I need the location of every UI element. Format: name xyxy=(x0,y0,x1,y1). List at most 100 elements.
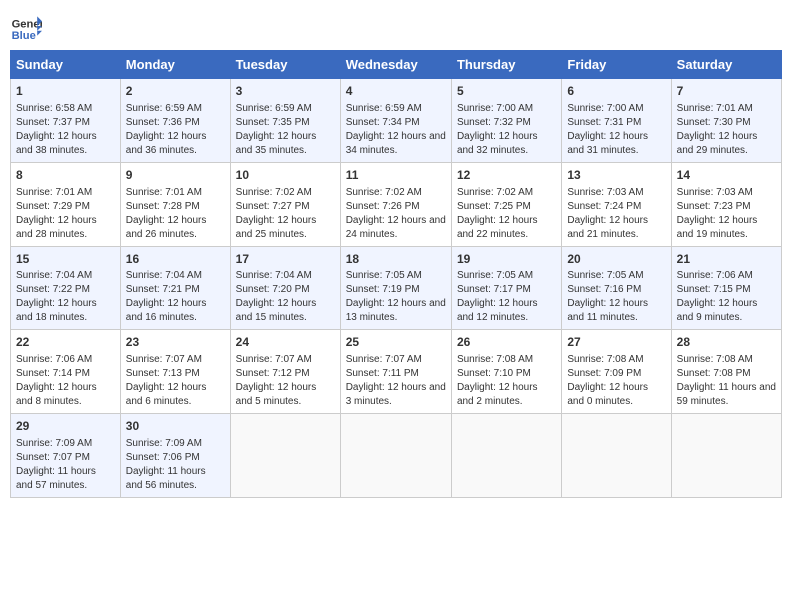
calendar-cell xyxy=(451,414,561,498)
calendar-cell: 8 Sunrise: 7:01 AMSunset: 7:29 PMDaylight… xyxy=(11,162,121,246)
day-info: Sunrise: 6:59 AMSunset: 7:36 PMDaylight:… xyxy=(126,102,225,158)
day-number: 17 xyxy=(236,251,335,268)
svg-text:Blue: Blue xyxy=(12,30,36,42)
day-info: Sunrise: 7:02 AMSunset: 7:25 PMDaylight:… xyxy=(457,186,556,242)
day-number: 6 xyxy=(567,83,665,100)
calendar-cell: 12 Sunrise: 7:02 AMSunset: 7:25 PMDayligh… xyxy=(451,162,561,246)
calendar-week-row: 29 Sunrise: 7:09 AMSunset: 7:07 PMDayligh… xyxy=(11,414,782,498)
day-number: 28 xyxy=(677,334,776,351)
day-number: 12 xyxy=(457,167,556,184)
calendar-cell xyxy=(671,414,781,498)
day-number: 9 xyxy=(126,167,225,184)
day-info: Sunrise: 7:03 AMSunset: 7:24 PMDaylight:… xyxy=(567,186,665,242)
day-number: 1 xyxy=(16,83,115,100)
day-number: 19 xyxy=(457,251,556,268)
day-info: Sunrise: 7:08 AMSunset: 7:08 PMDaylight:… xyxy=(677,353,776,409)
day-info: Sunrise: 7:08 AMSunset: 7:10 PMDaylight:… xyxy=(457,353,556,409)
day-info: Sunrise: 7:04 AMSunset: 7:22 PMDaylight:… xyxy=(16,269,115,325)
day-number: 8 xyxy=(16,167,115,184)
day-number: 16 xyxy=(126,251,225,268)
day-number: 5 xyxy=(457,83,556,100)
day-info: Sunrise: 6:58 AMSunset: 7:37 PMDaylight:… xyxy=(16,102,115,158)
weekday-header: Monday xyxy=(120,51,230,79)
day-number: 10 xyxy=(236,167,335,184)
day-info: Sunrise: 7:07 AMSunset: 7:11 PMDaylight:… xyxy=(346,353,446,409)
day-number: 15 xyxy=(16,251,115,268)
day-info: Sunrise: 7:09 AMSunset: 7:07 PMDaylight:… xyxy=(16,437,115,493)
calendar-cell: 22 Sunrise: 7:06 AMSunset: 7:14 PMDayligh… xyxy=(11,330,121,414)
weekday-header: Saturday xyxy=(671,51,781,79)
day-info: Sunrise: 6:59 AMSunset: 7:34 PMDaylight:… xyxy=(346,102,446,158)
day-info: Sunrise: 7:04 AMSunset: 7:20 PMDaylight:… xyxy=(236,269,335,325)
day-info: Sunrise: 7:00 AMSunset: 7:32 PMDaylight:… xyxy=(457,102,556,158)
day-info: Sunrise: 7:07 AMSunset: 7:12 PMDaylight:… xyxy=(236,353,335,409)
day-info: Sunrise: 7:03 AMSunset: 7:23 PMDaylight:… xyxy=(677,186,776,242)
day-info: Sunrise: 7:01 AMSunset: 7:29 PMDaylight:… xyxy=(16,186,115,242)
calendar-week-row: 1 Sunrise: 6:58 AMSunset: 7:37 PMDaylight… xyxy=(11,79,782,163)
calendar-cell: 13 Sunrise: 7:03 AMSunset: 7:24 PMDayligh… xyxy=(562,162,671,246)
weekday-header: Tuesday xyxy=(230,51,340,79)
day-info: Sunrise: 7:00 AMSunset: 7:31 PMDaylight:… xyxy=(567,102,665,158)
calendar-cell: 30Sunrise: 7:09 AMSunset: 7:06 PMDayligh… xyxy=(120,414,230,498)
day-number: 24 xyxy=(236,334,335,351)
day-info: Sunrise: 7:01 AMSunset: 7:28 PMDaylight:… xyxy=(126,186,225,242)
calendar-cell xyxy=(562,414,671,498)
calendar-cell: 29 Sunrise: 7:09 AMSunset: 7:07 PMDayligh… xyxy=(11,414,121,498)
day-info: Sunrise: 7:05 AMSunset: 7:16 PMDaylight:… xyxy=(567,269,665,325)
day-number: 3 xyxy=(236,83,335,100)
weekday-header: Wednesday xyxy=(340,51,451,79)
calendar-week-row: 8 Sunrise: 7:01 AMSunset: 7:29 PMDaylight… xyxy=(11,162,782,246)
day-info: Sunrise: 7:05 AMSunset: 7:17 PMDaylight:… xyxy=(457,269,556,325)
day-info: Sunrise: 7:02 AMSunset: 7:26 PMDaylight:… xyxy=(346,186,446,242)
day-number: 18 xyxy=(346,251,446,268)
weekday-header: Thursday xyxy=(451,51,561,79)
day-info: Sunrise: 7:04 AMSunset: 7:21 PMDaylight:… xyxy=(126,269,225,325)
calendar-cell xyxy=(230,414,340,498)
calendar-cell: 2 Sunrise: 6:59 AMSunset: 7:36 PMDaylight… xyxy=(120,79,230,163)
calendar-cell: 21Sunrise: 7:06 AMSunset: 7:15 PMDayligh… xyxy=(671,246,781,330)
day-number: 25 xyxy=(346,334,446,351)
calendar-cell: 9 Sunrise: 7:01 AMSunset: 7:28 PMDaylight… xyxy=(120,162,230,246)
calendar-cell: 10 Sunrise: 7:02 AMSunset: 7:27 PMDayligh… xyxy=(230,162,340,246)
day-number: 14 xyxy=(677,167,776,184)
calendar-cell: 26 Sunrise: 7:08 AMSunset: 7:10 PMDayligh… xyxy=(451,330,561,414)
day-number: 13 xyxy=(567,167,665,184)
day-number: 26 xyxy=(457,334,556,351)
calendar-cell: 25 Sunrise: 7:07 AMSunset: 7:11 PMDayligh… xyxy=(340,330,451,414)
day-number: 4 xyxy=(346,83,446,100)
calendar-table: SundayMondayTuesdayWednesdayThursdayFrid… xyxy=(10,50,782,498)
day-number: 29 xyxy=(16,418,115,435)
day-info: Sunrise: 7:05 AMSunset: 7:19 PMDaylight:… xyxy=(346,269,446,325)
calendar-cell: 3 Sunrise: 6:59 AMSunset: 7:35 PMDaylight… xyxy=(230,79,340,163)
day-number: 30 xyxy=(126,418,225,435)
calendar-cell: 1 Sunrise: 6:58 AMSunset: 7:37 PMDaylight… xyxy=(11,79,121,163)
calendar-cell: 15Sunrise: 7:04 AMSunset: 7:22 PMDayligh… xyxy=(11,246,121,330)
calendar-cell: 16Sunrise: 7:04 AMSunset: 7:21 PMDayligh… xyxy=(120,246,230,330)
day-number: 22 xyxy=(16,334,115,351)
day-number: 7 xyxy=(677,83,776,100)
calendar-cell: 27 Sunrise: 7:08 AMSunset: 7:09 PMDayligh… xyxy=(562,330,671,414)
calendar-cell: 23Sunrise: 7:07 AMSunset: 7:13 PMDayligh… xyxy=(120,330,230,414)
day-info: Sunrise: 7:02 AMSunset: 7:27 PMDaylight:… xyxy=(236,186,335,242)
day-info: Sunrise: 7:06 AMSunset: 7:15 PMDaylight:… xyxy=(677,269,776,325)
calendar-cell: 19Sunrise: 7:05 AMSunset: 7:17 PMDayligh… xyxy=(451,246,561,330)
day-info: Sunrise: 7:01 AMSunset: 7:30 PMDaylight:… xyxy=(677,102,776,158)
day-info: Sunrise: 6:59 AMSunset: 7:35 PMDaylight:… xyxy=(236,102,335,158)
day-number: 27 xyxy=(567,334,665,351)
calendar-week-row: 22 Sunrise: 7:06 AMSunset: 7:14 PMDayligh… xyxy=(11,330,782,414)
calendar-cell: 11Sunrise: 7:02 AMSunset: 7:26 PMDayligh… xyxy=(340,162,451,246)
day-info: Sunrise: 7:08 AMSunset: 7:09 PMDaylight:… xyxy=(567,353,665,409)
calendar-cell: 6 Sunrise: 7:00 AMSunset: 7:31 PMDaylight… xyxy=(562,79,671,163)
day-number: 21 xyxy=(677,251,776,268)
calendar-cell: 18Sunrise: 7:05 AMSunset: 7:19 PMDayligh… xyxy=(340,246,451,330)
calendar-cell: 5 Sunrise: 7:00 AMSunset: 7:32 PMDaylight… xyxy=(451,79,561,163)
day-number: 2 xyxy=(126,83,225,100)
weekday-header: Friday xyxy=(562,51,671,79)
page-header: General Blue xyxy=(10,10,782,42)
day-info: Sunrise: 7:07 AMSunset: 7:13 PMDaylight:… xyxy=(126,353,225,409)
calendar-cell: 17Sunrise: 7:04 AMSunset: 7:20 PMDayligh… xyxy=(230,246,340,330)
day-info: Sunrise: 7:06 AMSunset: 7:14 PMDaylight:… xyxy=(16,353,115,409)
calendar-cell: 7 Sunrise: 7:01 AMSunset: 7:30 PMDaylight… xyxy=(671,79,781,163)
calendar-week-row: 15Sunrise: 7:04 AMSunset: 7:22 PMDayligh… xyxy=(11,246,782,330)
logo: General Blue xyxy=(10,10,44,42)
